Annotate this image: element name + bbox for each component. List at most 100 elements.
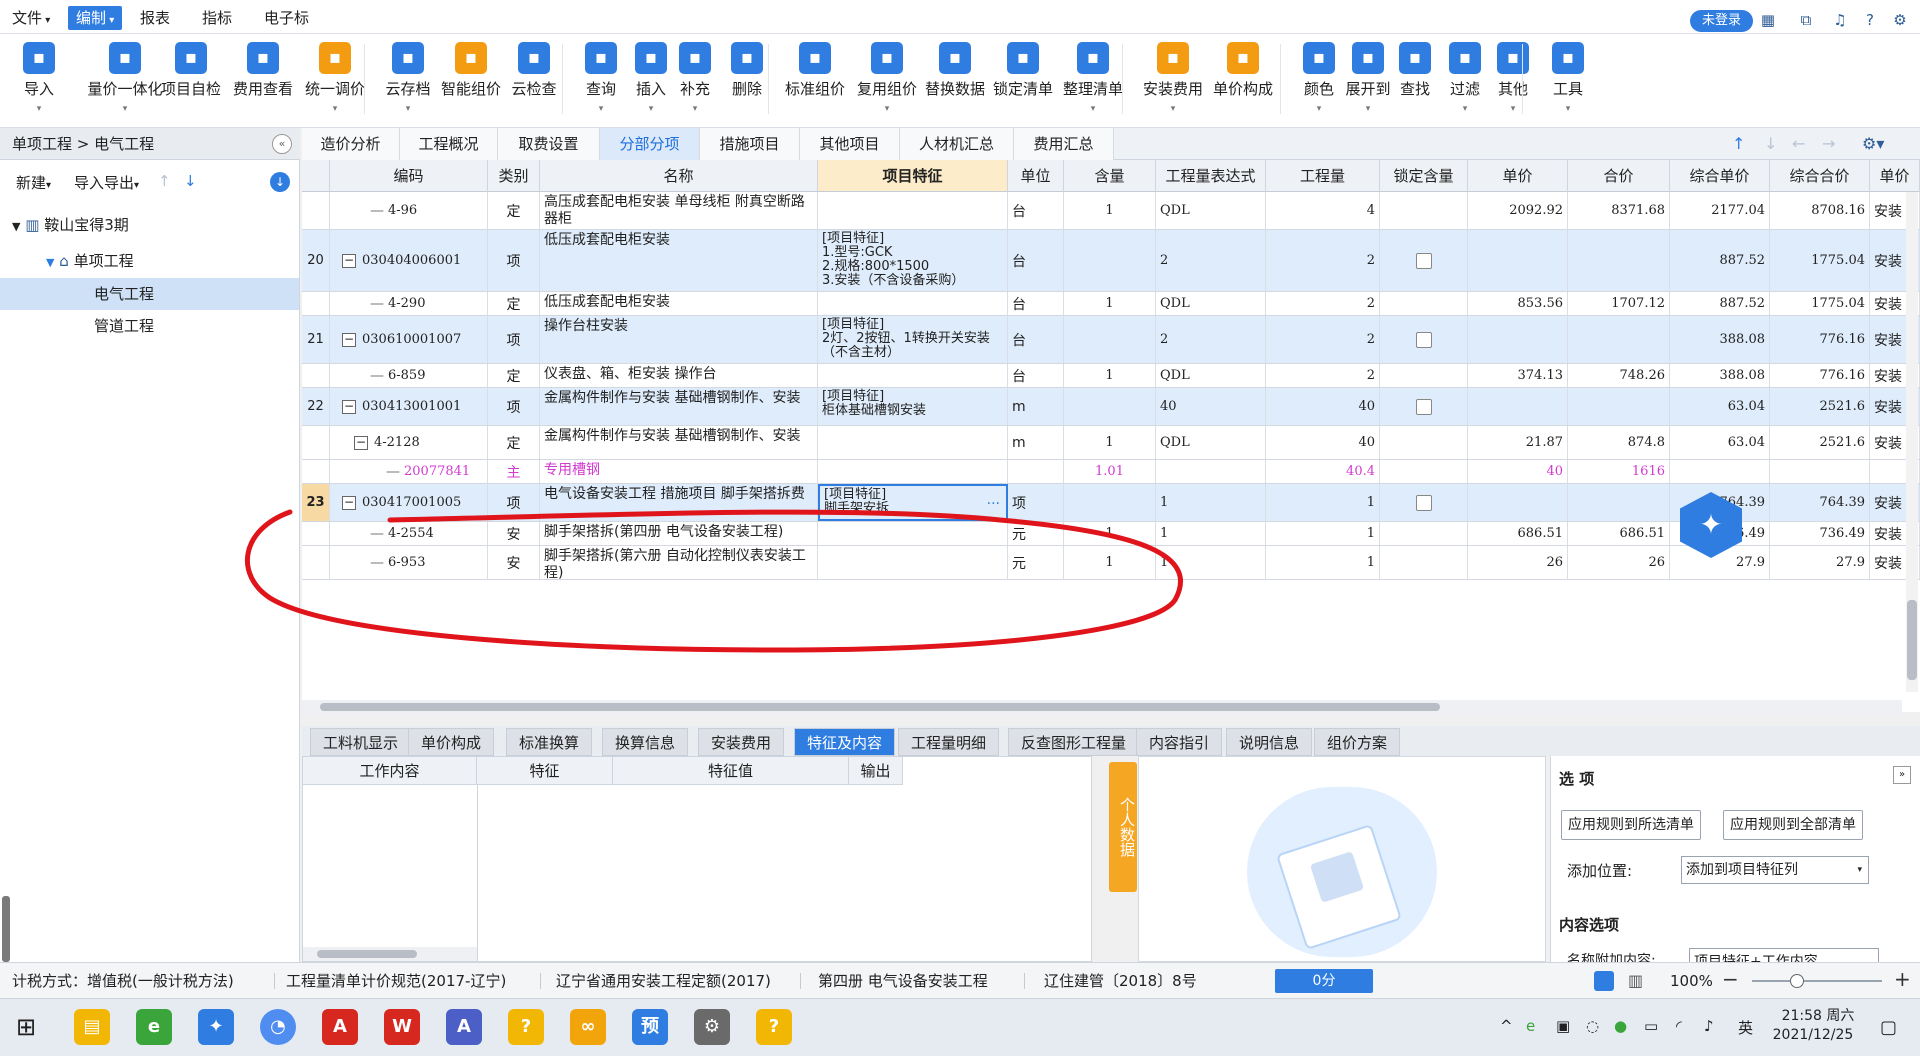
price-cell[interactable]: 21.87	[1468, 426, 1568, 459]
tray-edge-icon[interactable]: e	[1526, 1017, 1535, 1035]
ctotal-cell[interactable]: 1775.04	[1770, 292, 1870, 315]
bottom-tab-conversion-info[interactable]: 换算信息	[602, 728, 689, 756]
name-cell[interactable]: 专用槽钢	[540, 460, 818, 483]
ctotal-cell[interactable]: 776.16	[1770, 316, 1870, 363]
tab-fee-settings[interactable]: 取费设置	[498, 128, 600, 160]
tab-measure-items[interactable]: 措施项目	[700, 128, 800, 160]
total-cell[interactable]	[1568, 484, 1670, 521]
clock-time[interactable]: 21:58 周六	[1778, 1005, 1858, 1025]
table-row[interactable]: 20 −030404006001 项 低压成套配电柜安装 [项目特征] 1.型号:GCK…	[302, 230, 1920, 292]
row-number-cell[interactable]: 22	[302, 388, 330, 425]
feature-cell[interactable]	[818, 546, 1008, 579]
notepad-icon[interactable]: ?	[508, 1009, 544, 1045]
table-row[interactable]: −4-2128 定 金属构件制作与安装 基础槽钢制作、安装 m 1 QDL 40 21.87 8…	[302, 426, 1920, 460]
price-cell[interactable]: 686.51	[1468, 522, 1568, 545]
menu-report[interactable]: 报表	[132, 6, 178, 30]
ctotal-cell[interactable]	[1770, 460, 1870, 483]
qty-cell[interactable]: 1	[1266, 522, 1380, 545]
type-cell[interactable]: 项	[488, 388, 540, 425]
row-number-cell[interactable]: 21	[302, 316, 330, 363]
type-cell[interactable]: 定	[488, 426, 540, 459]
qty-cell[interactable]: 2	[1266, 292, 1380, 315]
content-cell[interactable]: 1	[1064, 192, 1156, 229]
ctotal-cell[interactable]: 764.39	[1770, 484, 1870, 521]
collapse-toggle-icon[interactable]: −	[354, 435, 368, 450]
header-unit[interactable]: 单位	[1008, 160, 1064, 192]
tab-project-overview[interactable]: 工程概况	[400, 128, 498, 160]
zoom-out-icon[interactable]: −	[1722, 967, 1739, 991]
split-view-icon[interactable]: ▥	[1628, 971, 1643, 990]
price-cell[interactable]: 40	[1468, 460, 1568, 483]
ctotal-cell[interactable]: 2521.6	[1770, 388, 1870, 425]
table-row[interactable]: — 20077841 主 专用槽钢 1.01 40.4 40 1616	[302, 460, 1920, 484]
tab-other-items[interactable]: 其他项目	[800, 128, 900, 160]
bottom-tab-quantity-detail[interactable]: 工程量明细	[898, 728, 1000, 756]
code-cell[interactable]: −4-2128	[330, 426, 488, 459]
type-cell[interactable]: 安	[488, 522, 540, 545]
budget-app-icon[interactable]: 预	[632, 1009, 668, 1045]
tray-app-icon[interactable]: ▣	[1556, 1017, 1570, 1035]
row-number-cell[interactable]	[302, 546, 330, 579]
cprice-cell[interactable]: 887.52	[1670, 230, 1770, 291]
cloud-app-icon[interactable]: ∞	[570, 1009, 606, 1045]
expr-cell[interactable]: 1	[1156, 522, 1266, 545]
unit-cell[interactable]: 元	[1008, 546, 1064, 579]
clock-date[interactable]: 2021/12/25	[1768, 1027, 1858, 1043]
feature-cell[interactable]: [项目特征] 1.型号:GCK 2.规格:800*1500 3.安装（不含设备采…	[818, 230, 1008, 291]
unit-cell[interactable]: 台	[1008, 364, 1064, 387]
tree-item-single[interactable]: ▼ ⌂ 单项工程	[46, 246, 134, 276]
header-comp-total[interactable]: 综合合价	[1770, 160, 1870, 192]
row-number-cell[interactable]	[302, 426, 330, 459]
menu-index[interactable]: 指标	[194, 6, 240, 30]
code-cell[interactable]: — 20077841	[330, 460, 488, 483]
tray-security-icon[interactable]: ●	[1614, 1017, 1627, 1035]
content-cell[interactable]: 1	[1064, 426, 1156, 459]
headset-icon[interactable]: ♫	[1830, 10, 1850, 30]
qty-cell[interactable]: 2	[1266, 230, 1380, 291]
total-cell[interactable]: 748.26	[1568, 364, 1670, 387]
lock-content-cell[interactable]	[1380, 522, 1468, 545]
table-row[interactable]: — 6-859 定 仪表盘、箱、柜安装 操作台 台 1 QDL 2 374.13 748.26 38…	[302, 364, 1920, 388]
content-cell[interactable]: 1	[1064, 546, 1156, 579]
collapse-toggle-icon[interactable]: −	[342, 332, 356, 347]
lock-content-cell[interactable]	[1380, 192, 1468, 229]
type-cell[interactable]: 项	[488, 230, 540, 291]
content-cell[interactable]	[1064, 388, 1156, 425]
type-cell[interactable]: 项	[488, 316, 540, 363]
header-expr[interactable]: 工程量表达式	[1156, 160, 1266, 192]
code-cell[interactable]: −030417001005	[330, 484, 488, 521]
vertical-scroll-thumb[interactable]	[1907, 600, 1917, 680]
arrow-up-icon[interactable]: ↑	[1732, 134, 1745, 153]
qty-cell[interactable]: 4	[1266, 192, 1380, 229]
bottom-tab-feature-content[interactable]: 特征及内容	[794, 728, 896, 756]
lock-content-cell[interactable]	[1380, 426, 1468, 459]
ribbon-install-fee-button[interactable]: ▪ 安装费用 ▾	[1134, 40, 1212, 124]
expr-cell[interactable]	[1156, 460, 1266, 483]
bottom-tab-pricing-plan[interactable]: 组价方案	[1314, 728, 1401, 756]
ribbon-cloud-check-button[interactable]: ▪ 云检查	[500, 40, 568, 124]
help-app-icon[interactable]: ?	[756, 1009, 792, 1045]
score-badge[interactable]: 0分	[1275, 969, 1373, 993]
name-cell[interactable]: 高压成套配电柜安装 单母线柜 附真空断路器柜	[540, 192, 818, 229]
content-cell[interactable]: 1	[1064, 364, 1156, 387]
expr-cell[interactable]: QDL	[1156, 292, 1266, 315]
move-down-icon[interactable]: ↓	[184, 172, 197, 190]
tab-material-summary[interactable]: 人材机汇总	[900, 128, 1014, 160]
row-number-cell[interactable]	[302, 522, 330, 545]
ctotal-cell[interactable]: 776.16	[1770, 364, 1870, 387]
unit-cell[interactable]: m	[1008, 426, 1064, 459]
browser-ie-icon[interactable]: e	[136, 1009, 172, 1045]
code-cell[interactable]: −030404006001	[330, 230, 488, 291]
collapse-panel-icon[interactable]: «	[272, 134, 292, 154]
import-export-button[interactable]: 导入导出▾	[74, 172, 139, 193]
ribbon-project-check-button[interactable]: ▪ 项目自检	[152, 40, 230, 124]
bottom-tab-content-guide[interactable]: 内容指引	[1136, 728, 1223, 756]
total-cell[interactable]: 8371.68	[1568, 192, 1670, 229]
lock-content-cell[interactable]	[1380, 292, 1468, 315]
lock-content-cell[interactable]	[1380, 484, 1468, 521]
row-number-cell[interactable]: 20	[302, 230, 330, 291]
qty-cell[interactable]: 2	[1266, 364, 1380, 387]
name-cell[interactable]: 操作台柱安装	[540, 316, 818, 363]
row-number-cell[interactable]: 23	[302, 484, 330, 521]
header-qty[interactable]: 工程量	[1266, 160, 1380, 192]
